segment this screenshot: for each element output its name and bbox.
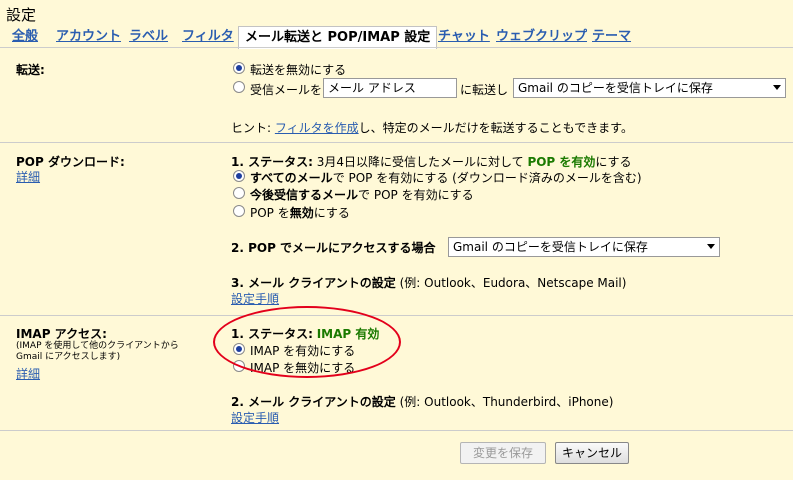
pop-future-mail-label: 今後受信するメールで POP を有効にする [250,186,474,203]
chevron-down-icon [707,244,715,249]
tab-themes[interactable]: テーマ [592,26,631,47]
imap-status-value: IMAP 有効 [316,327,380,341]
forwarding-enable-radio[interactable] [233,81,245,93]
imap-disable-label: IMAP を無効にする [250,361,356,375]
pop-access-label: 2. POP でメールにアクセスする場合 [231,241,436,255]
save-changes-button[interactable]: 変更を保存 [460,442,546,464]
create-filter-link[interactable]: フィルタを作成 [275,121,359,135]
pop-client-examples: (例: Outlook、Eudora、Netscape Mail) [395,276,627,290]
forwarding-hint: ヒント: フィルタを作成し、特定のメールだけを転送することもできます。 [231,119,633,136]
imap-disable-radio[interactable] [233,360,245,372]
pop-future-mail-radio[interactable] [233,187,245,199]
imap-setup-link[interactable]: 設定手順 [231,409,279,426]
imap-enable-radio[interactable] [233,343,245,355]
tab-web-clips[interactable]: ウェブクリップ [496,26,587,47]
pop-access-select-value: Gmail のコピーを受信トレイに保存 [453,240,648,254]
pop-future-mail-bold: 今後受信するメール [250,188,359,202]
forwarding-disable-label: 転送を無効にする [250,63,347,77]
imap-status-prefix: 1. ステータス: [231,327,313,341]
pop-all-mail-radio[interactable] [233,170,245,182]
forwarding-disable-radio[interactable] [233,62,245,74]
pop-all-mail-label: すべてのメールで POP を有効にする (ダウンロード済みのメールを含む) [250,169,642,186]
pop-disable-bold: 無効 [289,206,314,220]
pop-all-mail-bold: すべてのメール [250,171,333,185]
pop-disable-prefix: POP を [250,206,290,220]
imap-enable-label: IMAP を有効にする [250,344,356,358]
imap-details-link[interactable]: 詳細 [16,365,40,382]
pop-status-text: 3月4日以降に受信したメールに対して [312,155,528,169]
imap-client: 2. メール クライアントの設定 (例: Outlook、Thunderbird… [231,393,613,410]
pop-disable-suffix: にする [313,206,350,220]
tab-accounts[interactable]: アカウント [56,26,121,47]
tab-filters[interactable]: フィルタ [182,26,234,47]
cancel-button[interactable]: キャンセル [555,442,629,464]
tab-labels[interactable]: ラベル [129,26,168,47]
pop-status: 1. ステータス: 3月4日以降に受信したメールに対して POP を有効にする [231,153,632,170]
pop-future-mail-rest: で POP を有効にする [358,188,474,202]
imap-sublabel-line2: Gmail にアクセスします) [16,352,121,362]
forwarding-address-input[interactable]: メール アドレス [323,78,457,98]
forwarding-enable-prefix: 受信メールを [250,83,323,97]
forwarding-copy-select[interactable]: Gmail のコピーを受信トレイに保存 [513,78,786,98]
section-divider [0,430,793,431]
pop-details-link[interactable]: 詳細 [16,168,40,185]
imap-label: IMAP アクセス: [16,327,107,341]
pop-status-value: POP を有効 [527,155,596,169]
section-divider [0,315,793,316]
page-title: 設定 [6,6,37,24]
pop-disable-radio[interactable] [233,205,245,217]
forwarding-enable-mid: に転送し [460,83,509,97]
pop-status-prefix: 1. ステータス: [231,155,313,169]
tabs-divider [0,47,793,48]
tab-general[interactable]: 全般 [12,26,38,47]
chevron-down-icon [773,85,781,90]
hint-suffix: し、特定のメールだけを転送することもできます。 [358,121,633,135]
forwarding-copy-select-value: Gmail のコピーを受信トレイに保存 [518,81,713,95]
imap-client-label: 2. メール クライアントの設定 [231,395,396,409]
pop-access-select[interactable]: Gmail のコピーを受信トレイに保存 [448,237,720,257]
pop-status-suffix: にする [595,155,632,169]
imap-status: 1. ステータス: IMAP 有効 [231,325,379,342]
tab-forwarding-pop-imap[interactable]: メール転送と POP/IMAP 設定 [238,26,438,49]
hint-prefix: ヒント: [231,121,275,135]
tab-chat[interactable]: チャット [438,26,490,47]
pop-setup-link[interactable]: 設定手順 [231,290,279,307]
imap-sublabel-line1: (IMAP を使用して他のクライアントから [16,341,179,351]
pop-disable-label: POP を無効にする [250,204,350,221]
section-divider [0,142,793,143]
imap-sublabel: (IMAP を使用して他のクライアントから Gmail にアクセスします) [16,341,179,363]
pop-all-mail-rest: で POP を有効にする (ダウンロード済みのメールを含む) [332,171,642,185]
settings-tabs: 全般 アカウント ラベル フィルタ メール転送と POP/IMAP 設定 チャッ… [0,26,793,49]
imap-client-examples: (例: Outlook、Thunderbird、iPhone) [395,395,614,409]
pop-client: 3. メール クライアントの設定 (例: Outlook、Eudora、Nets… [231,274,626,291]
pop-client-label: 3. メール クライアントの設定 [231,276,396,290]
forwarding-label: 転送: [16,63,45,77]
